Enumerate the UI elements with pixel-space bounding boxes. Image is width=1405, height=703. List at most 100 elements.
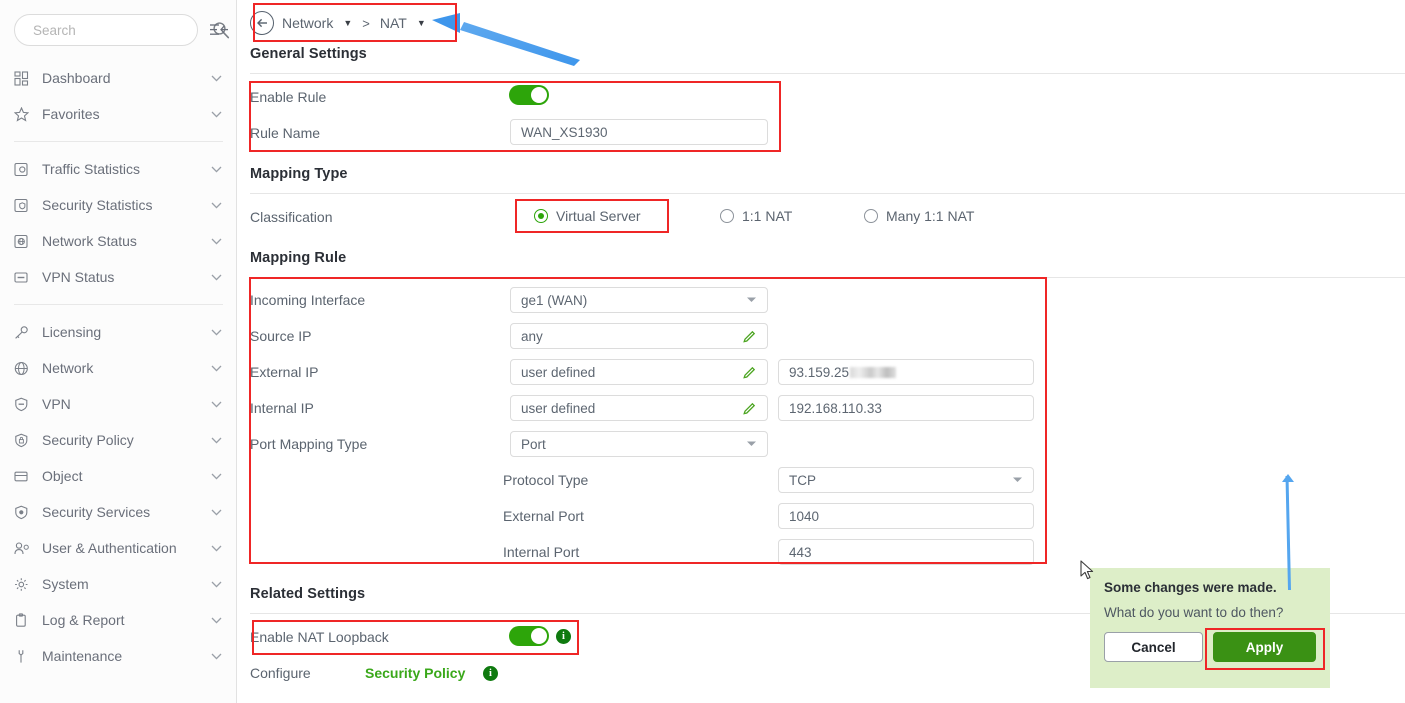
internal-ip-mode-field[interactable]: user defined: [510, 395, 768, 421]
incoming-interface-label: Incoming Interface: [250, 292, 365, 308]
breadcrumb-separator: >: [360, 16, 372, 31]
chevron-down-icon[interactable]: [209, 198, 223, 212]
sidebar-item-label: Security Services: [36, 504, 209, 520]
sidebar-item-system[interactable]: System: [0, 566, 237, 602]
chevron-down-icon[interactable]: [746, 296, 757, 305]
chevron-down-icon[interactable]: [209, 234, 223, 248]
sidebar-item-licensing[interactable]: Licensing: [0, 314, 237, 350]
redacted-block: [850, 367, 896, 378]
chevron-down-icon[interactable]: [209, 270, 223, 284]
nat-loopback-toggle[interactable]: [509, 626, 549, 646]
sidebar-divider: [14, 304, 223, 305]
sidebar-item-security-policy[interactable]: Security Policy: [0, 422, 237, 458]
chevron-down-icon[interactable]: [209, 107, 223, 121]
edit-pencil-icon[interactable]: [741, 329, 757, 344]
divider: [250, 193, 1405, 194]
chevron-down-icon[interactable]: ▼: [341, 19, 354, 28]
sidebar-item-label: Licensing: [36, 324, 209, 340]
chevron-down-icon[interactable]: [746, 440, 757, 449]
chevron-down-icon[interactable]: [209, 541, 223, 555]
radio-indicator: [720, 209, 734, 223]
chevron-down-icon[interactable]: [209, 325, 223, 339]
chevron-down-icon[interactable]: [1012, 476, 1023, 485]
sidebar-item-label: Network Status: [36, 233, 209, 249]
chevron-down-icon[interactable]: [209, 577, 223, 591]
breadcrumb-current[interactable]: NAT: [378, 15, 409, 31]
external-ip-input[interactable]: 93.159.25: [778, 359, 1034, 385]
sidebar-item-log-report[interactable]: Log & Report: [0, 602, 237, 638]
cancel-button[interactable]: Cancel: [1104, 632, 1203, 662]
external-port-value: 1040: [789, 509, 819, 524]
external-port-input[interactable]: 1040: [778, 503, 1034, 529]
external-ip-value: 93.159.25: [789, 365, 849, 380]
sidebar-item-security-statistics[interactable]: Security Statistics: [0, 187, 237, 223]
sidebar-item-network-status[interactable]: Network Status: [0, 223, 237, 259]
external-ip-mode-value: user defined: [521, 365, 741, 380]
sidebar-item-network[interactable]: Network: [0, 350, 237, 386]
chevron-down-icon[interactable]: [209, 469, 223, 483]
radio-virtual-server[interactable]: Virtual Server: [534, 208, 641, 224]
info-icon[interactable]: i: [556, 629, 571, 644]
chevron-down-icon[interactable]: [209, 613, 223, 627]
chevron-down-icon[interactable]: [209, 162, 223, 176]
sidebar-item-user-authentication[interactable]: User & Authentication: [0, 530, 237, 566]
protocol-type-select[interactable]: TCP: [778, 467, 1034, 493]
chevron-down-icon[interactable]: ▼: [415, 19, 428, 28]
port-mapping-type-select[interactable]: Port: [510, 431, 768, 457]
internal-ip-input[interactable]: 192.168.110.33: [778, 395, 1034, 421]
notification-title: Some changes were made.: [1104, 580, 1316, 595]
edit-pencil-icon[interactable]: [741, 365, 757, 380]
chevron-down-icon[interactable]: [209, 71, 223, 85]
rule-name-label: Rule Name: [250, 125, 320, 141]
sidebar-item-favorites[interactable]: Favorites: [0, 96, 237, 132]
incoming-interface-select[interactable]: ge1 (WAN): [510, 287, 768, 313]
chevron-down-icon[interactable]: [209, 397, 223, 411]
globe-icon: [14, 360, 36, 376]
search-input[interactable]: [31, 22, 212, 39]
internal-ip-label: Internal IP: [250, 400, 314, 416]
search-box[interactable]: [14, 14, 198, 46]
security-policy-link[interactable]: Security Policy: [365, 665, 465, 681]
network-status-icon: [14, 233, 36, 249]
breadcrumb-root[interactable]: Network: [280, 15, 335, 31]
source-ip-field[interactable]: any: [510, 323, 768, 349]
sidebar-item-maintenance[interactable]: Maintenance: [0, 638, 237, 674]
sidebar-item-object[interactable]: Object: [0, 458, 237, 494]
edit-pencil-icon[interactable]: [741, 401, 757, 416]
configure-label: Configure: [250, 665, 311, 681]
chevron-down-icon[interactable]: [209, 649, 223, 663]
internal-ip-mode-value: user defined: [521, 401, 741, 416]
sidebar-group-primary: Dashboard Favorites: [0, 60, 237, 132]
source-ip-value: any: [521, 329, 741, 344]
apply-button[interactable]: Apply: [1213, 632, 1316, 662]
radio-one-to-one-nat[interactable]: 1:1 NAT: [720, 208, 792, 224]
chevron-down-icon[interactable]: [209, 433, 223, 447]
radio-many-one-to-one-nat[interactable]: Many 1:1 NAT: [864, 208, 974, 224]
collapse-sidebar-icon[interactable]: [206, 17, 232, 43]
sidebar-item-label: System: [36, 576, 209, 592]
notification-buttons: Cancel Apply: [1104, 632, 1316, 662]
section-title-related: Related Settings: [250, 586, 365, 602]
chevron-down-icon[interactable]: [209, 505, 223, 519]
back-arrow-icon[interactable]: [250, 11, 274, 35]
rule-name-input[interactable]: WAN_XS1930: [510, 119, 768, 145]
sidebar-group-status: Traffic Statistics Security Statistics: [0, 151, 237, 295]
sidebar-item-traffic-statistics[interactable]: Traffic Statistics: [0, 151, 237, 187]
internal-port-value: 443: [789, 545, 812, 560]
key-icon: [14, 324, 36, 340]
sidebar-item-security-services[interactable]: Security Services: [0, 494, 237, 530]
sidebar-item-dashboard[interactable]: Dashboard: [0, 60, 237, 96]
external-ip-mode-field[interactable]: user defined: [510, 359, 768, 385]
internal-port-input[interactable]: 443: [778, 539, 1034, 565]
traffic-statistics-icon: [14, 161, 36, 177]
sidebar-item-vpn[interactable]: VPN: [0, 386, 237, 422]
clipboard-icon: [14, 612, 36, 628]
radio-label: Virtual Server: [556, 208, 641, 224]
chevron-down-icon[interactable]: [209, 361, 223, 375]
sidebar-item-label: User & Authentication: [36, 540, 209, 556]
enable-rule-toggle[interactable]: [509, 85, 549, 105]
sidebar-item-vpn-status[interactable]: VPN Status: [0, 259, 237, 295]
divider: [250, 277, 1405, 278]
object-icon: [14, 468, 36, 484]
info-icon[interactable]: i: [483, 666, 498, 681]
